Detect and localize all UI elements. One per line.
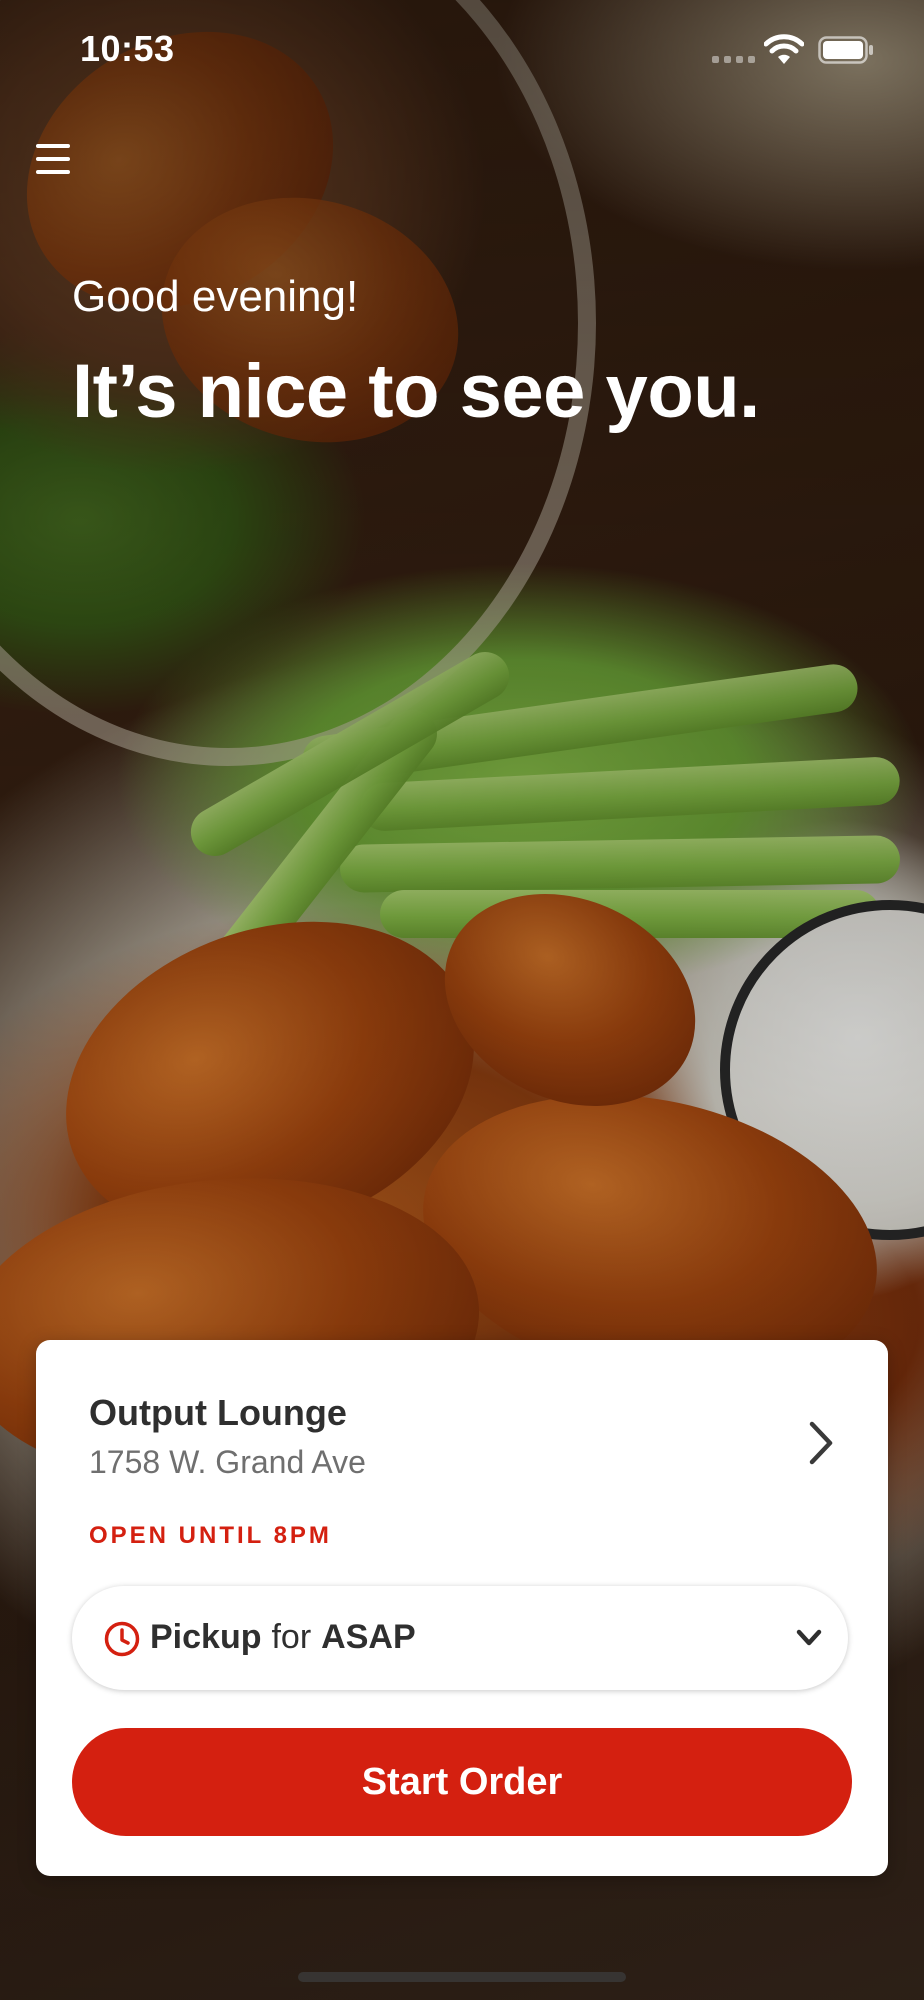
cellular-signal-icon [712,56,755,63]
battery-icon [818,36,873,64]
order-time: ASAP [321,1618,416,1656]
location-address: 1758 W. Grand Ave [89,1444,366,1480]
home-screen: 10:53 Good evening! It’s nice to see you… [0,0,924,2000]
home-indicator [298,1972,626,1982]
order-mode: Pickup [150,1618,262,1656]
location-card: Output Lounge 1758 W. Grand Ave OPEN UNT… [36,1340,888,1876]
status-bar: 10:53 [0,0,924,100]
clock-icon [104,1621,140,1657]
chevron-down-icon [796,1629,822,1646]
hamburger-menu-icon[interactable] [34,140,74,178]
wifi-icon [764,34,804,64]
welcome-headline: It’s nice to see you. [72,349,760,434]
status-time: 10:53 [80,28,175,69]
start-order-button[interactable]: Start Order [72,1728,852,1836]
location-name: Output Lounge [89,1392,347,1433]
location-selector[interactable]: Output Lounge 1758 W. Grand Ave [36,1340,888,1500]
order-type-connector: for [271,1618,312,1656]
chevron-right-icon[interactable] [806,1418,836,1468]
order-type-label: Pickup for ASAP [150,1618,416,1657]
greeting-text: Good evening! [72,272,359,321]
hours-status: OPEN UNTIL 8PM [89,1522,332,1549]
order-type-dropdown[interactable]: Pickup for ASAP [72,1586,848,1690]
